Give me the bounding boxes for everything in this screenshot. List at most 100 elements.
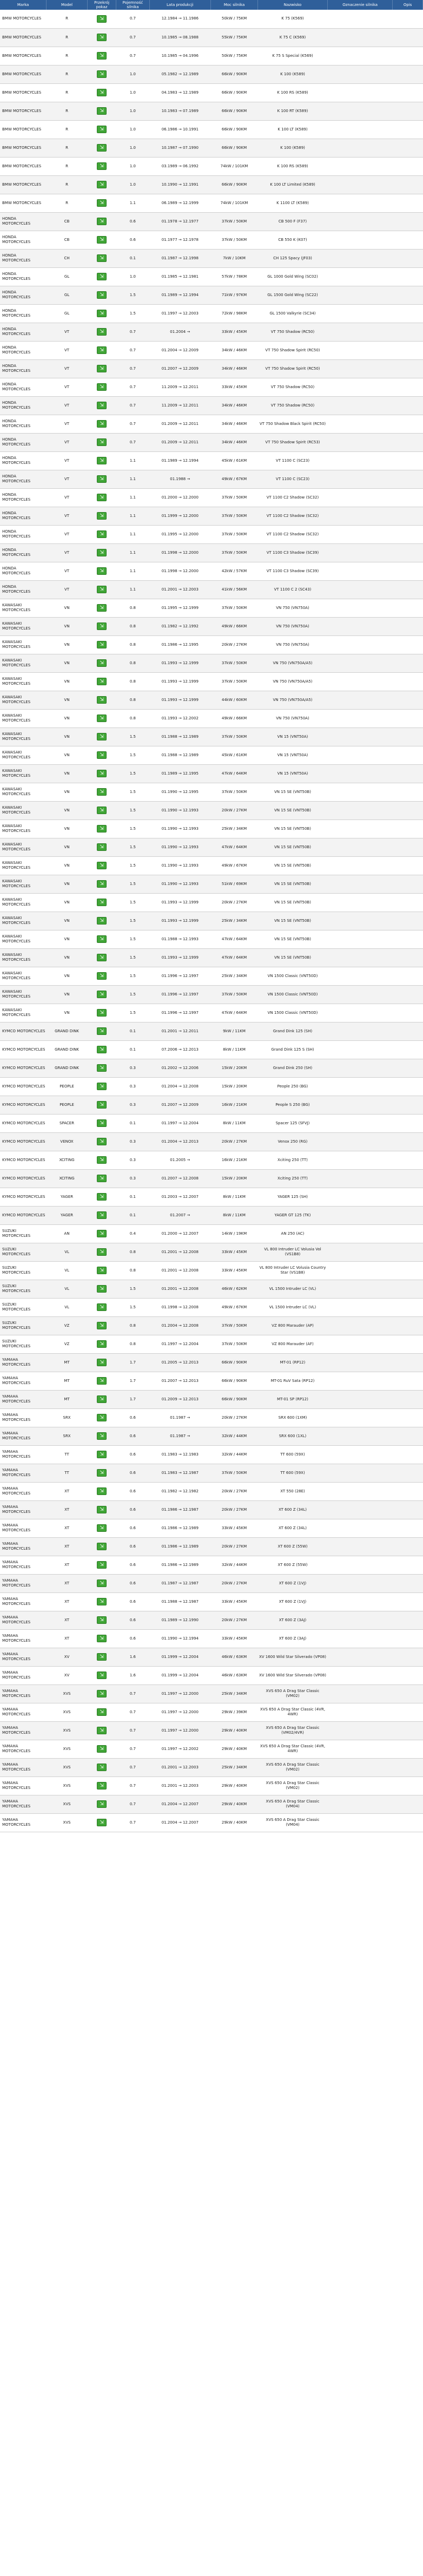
- view-icon[interactable]: ⇲: [97, 457, 107, 464]
- view-icon[interactable]: ⇲: [97, 494, 107, 501]
- view-icon[interactable]: ⇲: [97, 586, 107, 593]
- view-icon[interactable]: ⇲: [97, 530, 107, 538]
- view-icon[interactable]: ⇲: [97, 862, 107, 869]
- view-icon[interactable]: ⇲: [97, 1193, 107, 1201]
- view-icon[interactable]: ⇲: [97, 1156, 107, 1164]
- view-icon[interactable]: ⇲: [97, 1359, 107, 1366]
- view-icon[interactable]: ⇲: [97, 273, 107, 280]
- view-icon[interactable]: ⇲: [97, 899, 107, 906]
- view-icon[interactable]: ⇲: [97, 1083, 107, 1090]
- view-icon[interactable]: ⇲: [97, 1267, 107, 1274]
- view-icon[interactable]: ⇲: [97, 1635, 107, 1642]
- view-icon[interactable]: ⇲: [97, 218, 107, 225]
- view-icon[interactable]: ⇲: [97, 788, 107, 796]
- view-icon[interactable]: ⇲: [97, 310, 107, 317]
- view-icon[interactable]: ⇲: [97, 549, 107, 556]
- view-icon[interactable]: ⇲: [97, 1377, 107, 1385]
- view-icon[interactable]: ⇲: [97, 1101, 107, 1109]
- view-icon[interactable]: ⇲: [97, 1506, 107, 1513]
- view-icon[interactable]: ⇲: [97, 1064, 107, 1072]
- view-icon[interactable]: ⇲: [97, 1782, 107, 1790]
- view-icon[interactable]: ⇲: [97, 1727, 107, 1734]
- view-icon[interactable]: ⇲: [97, 126, 107, 133]
- view-icon[interactable]: ⇲: [97, 1285, 107, 1293]
- view-icon[interactable]: ⇲: [97, 715, 107, 722]
- view-icon[interactable]: ⇲: [97, 420, 107, 428]
- view-icon[interactable]: ⇲: [97, 254, 107, 262]
- view-icon[interactable]: ⇲: [97, 1469, 107, 1477]
- view-icon[interactable]: ⇲: [97, 641, 107, 648]
- view-icon[interactable]: ⇲: [97, 1432, 107, 1440]
- view-icon[interactable]: ⇲: [97, 346, 107, 354]
- view-icon[interactable]: ⇲: [97, 162, 107, 170]
- view-icon[interactable]: ⇲: [97, 733, 107, 740]
- view-icon[interactable]: ⇲: [97, 1303, 107, 1311]
- view-icon[interactable]: ⇲: [97, 1708, 107, 1716]
- view-icon[interactable]: ⇲: [97, 751, 107, 759]
- view-icon[interactable]: ⇲: [97, 1395, 107, 1403]
- view-icon[interactable]: ⇲: [97, 1451, 107, 1458]
- view-icon[interactable]: ⇲: [97, 1340, 107, 1348]
- view-icon[interactable]: ⇲: [97, 917, 107, 925]
- view-icon[interactable]: ⇲: [97, 1487, 107, 1495]
- view-icon[interactable]: ⇲: [97, 567, 107, 575]
- view-icon[interactable]: ⇲: [97, 291, 107, 299]
- view-icon[interactable]: ⇲: [97, 1175, 107, 1182]
- view-icon[interactable]: ⇲: [97, 383, 107, 391]
- view-icon[interactable]: ⇲: [97, 843, 107, 851]
- view-icon[interactable]: ⇲: [97, 1819, 107, 1826]
- view-icon[interactable]: ⇲: [97, 365, 107, 372]
- view-icon[interactable]: ⇲: [97, 70, 107, 78]
- view-icon[interactable]: ⇲: [97, 1745, 107, 1753]
- view-icon[interactable]: ⇲: [97, 144, 107, 152]
- view-icon[interactable]: ⇲: [97, 604, 107, 612]
- view-icon[interactable]: ⇲: [97, 402, 107, 409]
- view-icon[interactable]: ⇲: [97, 1579, 107, 1587]
- view-icon[interactable]: ⇲: [97, 34, 107, 41]
- view-icon[interactable]: ⇲: [97, 1690, 107, 1697]
- view-icon[interactable]: ⇲: [97, 659, 107, 667]
- view-icon[interactable]: ⇲: [97, 438, 107, 446]
- view-icon[interactable]: ⇲: [97, 1414, 107, 1421]
- view-icon[interactable]: ⇲: [97, 52, 107, 60]
- view-icon[interactable]: ⇲: [97, 199, 107, 207]
- view-icon[interactable]: ⇲: [97, 328, 107, 336]
- view-icon[interactable]: ⇲: [97, 1248, 107, 1256]
- view-icon[interactable]: ⇲: [97, 1322, 107, 1329]
- view-icon[interactable]: ⇲: [97, 236, 107, 244]
- view-icon[interactable]: ⇲: [97, 512, 107, 520]
- view-icon[interactable]: ⇲: [97, 770, 107, 777]
- view-icon[interactable]: ⇲: [97, 880, 107, 888]
- view-icon[interactable]: ⇲: [97, 1598, 107, 1605]
- view-icon[interactable]: ⇲: [97, 1764, 107, 1771]
- view-icon[interactable]: ⇲: [97, 622, 107, 630]
- view-icon[interactable]: ⇲: [97, 1046, 107, 1053]
- view-icon[interactable]: ⇲: [97, 1119, 107, 1127]
- view-icon[interactable]: ⇲: [97, 935, 107, 943]
- view-icon[interactable]: ⇲: [97, 1561, 107, 1569]
- view-icon[interactable]: ⇲: [97, 972, 107, 980]
- view-icon[interactable]: ⇲: [97, 1672, 107, 1679]
- view-icon[interactable]: ⇲: [97, 1524, 107, 1532]
- view-icon[interactable]: ⇲: [97, 1211, 107, 1219]
- view-icon[interactable]: ⇲: [97, 89, 107, 96]
- view-icon[interactable]: ⇲: [97, 1800, 107, 1808]
- view-icon[interactable]: ⇲: [97, 954, 107, 961]
- view-icon[interactable]: ⇲: [97, 825, 107, 833]
- engine-code-cell: [327, 157, 393, 176]
- view-icon[interactable]: ⇲: [97, 1230, 107, 1237]
- view-icon[interactable]: ⇲: [97, 181, 107, 188]
- view-icon[interactable]: ⇲: [97, 678, 107, 685]
- view-icon[interactable]: ⇲: [97, 475, 107, 483]
- view-icon[interactable]: ⇲: [97, 1009, 107, 1017]
- view-icon[interactable]: ⇲: [97, 1543, 107, 1550]
- view-icon[interactable]: ⇲: [97, 1616, 107, 1624]
- view-icon[interactable]: ⇲: [97, 107, 107, 115]
- view-icon[interactable]: ⇲: [97, 15, 107, 23]
- view-icon[interactable]: ⇲: [97, 696, 107, 704]
- view-icon[interactable]: ⇲: [97, 1027, 107, 1035]
- view-icon[interactable]: ⇲: [97, 1653, 107, 1661]
- view-icon[interactable]: ⇲: [97, 991, 107, 998]
- view-icon[interactable]: ⇲: [97, 1138, 107, 1145]
- view-icon[interactable]: ⇲: [97, 807, 107, 814]
